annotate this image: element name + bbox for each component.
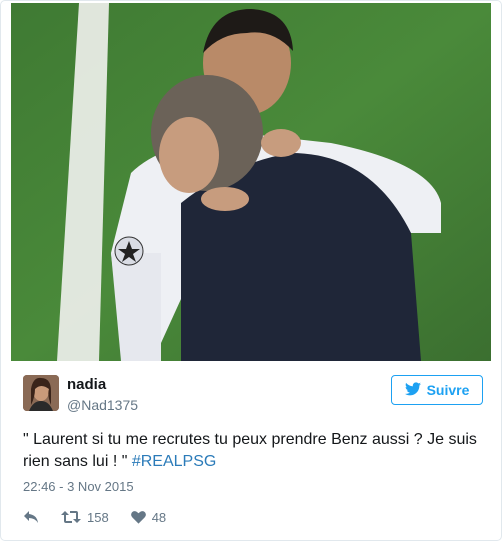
tweet-actions: 158 48 xyxy=(23,507,166,527)
tweet-text-body: " Laurent si tu me recrutes tu peux pren… xyxy=(23,431,477,470)
twitter-bird-icon xyxy=(404,381,421,399)
follow-label: Suivre xyxy=(426,382,470,398)
hashtag-link[interactable]: #REALPSG xyxy=(132,453,216,470)
retweet-count: 158 xyxy=(87,509,109,525)
like-count: 48 xyxy=(151,509,167,525)
retweet-icon xyxy=(61,510,81,524)
tweet-card: nadia @Nad1375 Suivre " Laurent si tu me… xyxy=(0,0,502,541)
tweet-text: " Laurent si tu me recrutes tu peux pren… xyxy=(23,429,483,473)
follow-button[interactable]: Suivre xyxy=(391,375,483,405)
avatar[interactable] xyxy=(23,375,59,411)
author-name[interactable]: nadia xyxy=(67,376,106,393)
author-handle[interactable]: @Nad1375 xyxy=(67,397,138,413)
retweet-button[interactable]: 158 xyxy=(61,510,109,525)
tweet-author: nadia @Nad1375 Suivre xyxy=(23,373,483,417)
reply-button[interactable] xyxy=(23,510,57,524)
reply-icon xyxy=(23,510,39,524)
heart-icon xyxy=(130,510,146,524)
like-button[interactable]: 48 xyxy=(130,509,167,525)
tweet-timestamp[interactable]: 22:46 - 3 Nov 2015 xyxy=(23,479,134,494)
tweet-photo[interactable] xyxy=(11,3,491,361)
